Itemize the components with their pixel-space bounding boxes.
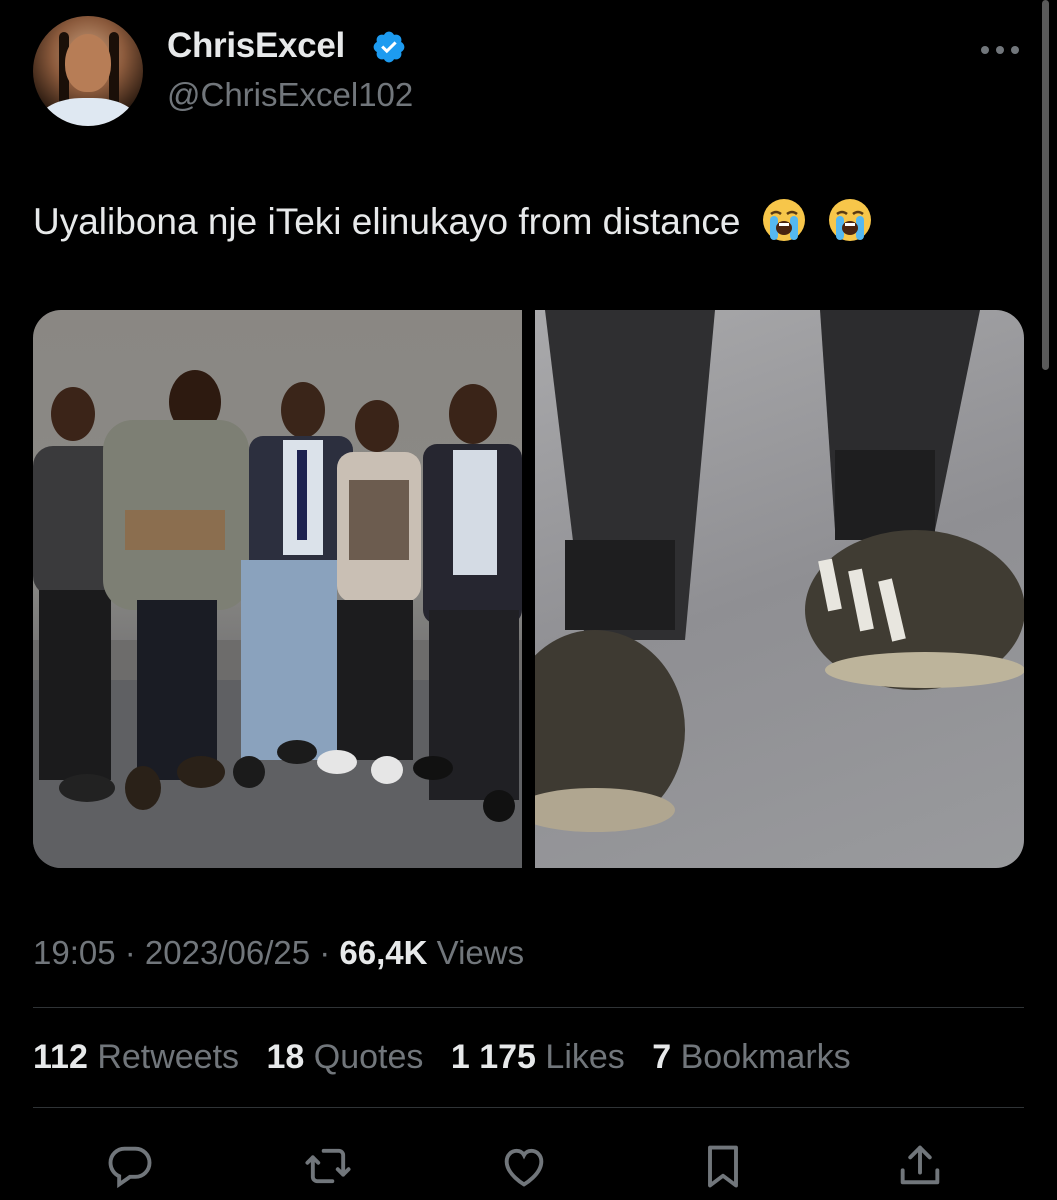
engagement-stats: 112 Retweets 18 Quotes 1 175 Likes 7 Boo… [33,1038,869,1077]
divider [33,1007,1024,1008]
meta-separator: · [115,934,145,971]
retweets-label: Retweets [97,1038,240,1076]
quotes-label: Quotes [313,1038,424,1076]
like-icon[interactable] [498,1140,550,1192]
group-photo-illustration [33,370,522,868]
retweet-icon[interactable] [302,1140,354,1192]
bookmarks-count: 7 [652,1038,672,1076]
quotes-count: 18 [266,1038,305,1076]
retweets-count: 112 [33,1038,88,1076]
meta-separator: · [310,934,340,971]
tweet-media[interactable] [33,310,1024,868]
reply-icon[interactable] [104,1140,156,1192]
tweet-meta: 19:05 · 2023/06/25 · 66,4K Views [33,934,524,972]
bookmarks-label: Bookmarks [680,1038,851,1076]
views-label: Views [436,934,525,971]
verified-badge-icon [373,31,405,63]
scrollbar[interactable] [1042,0,1049,370]
author-handle[interactable]: @ChrisExcel102 [167,76,413,114]
shoes-closeup-illustration [505,310,1024,832]
bookmarks-stat[interactable]: 7 Bookmarks [652,1038,850,1076]
group-photo[interactable] [33,310,522,868]
likes-label: Likes [545,1038,625,1076]
views-count: 66,4K [339,934,428,971]
author-display-name[interactable]: ChrisExcel [167,26,345,66]
bookmark-icon[interactable] [697,1140,749,1192]
divider [33,1107,1024,1108]
share-icon[interactable] [894,1140,946,1192]
quotes-stat[interactable]: 18 Quotes [267,1038,424,1076]
more-options-icon[interactable] [978,40,1022,60]
likes-stat[interactable]: 1 175 Likes [451,1038,625,1076]
likes-count: 1 175 [450,1038,536,1076]
retweets-stat[interactable]: 112 Retweets [33,1038,239,1076]
tweet-body: Uyalibona nje iTeki elinukayo from dista… [33,201,741,242]
loudly-crying-face-icon [829,199,872,241]
shoes-closeup-photo[interactable] [505,310,1024,868]
tweet-date[interactable]: 2023/06/25 [145,934,310,971]
tweet-time[interactable]: 19:05 [33,934,116,971]
loudly-crying-face-icon [762,199,805,241]
tweet-text: Uyalibona nje iTeki elinukayo from dista… [33,197,873,243]
author-avatar[interactable] [33,16,143,126]
